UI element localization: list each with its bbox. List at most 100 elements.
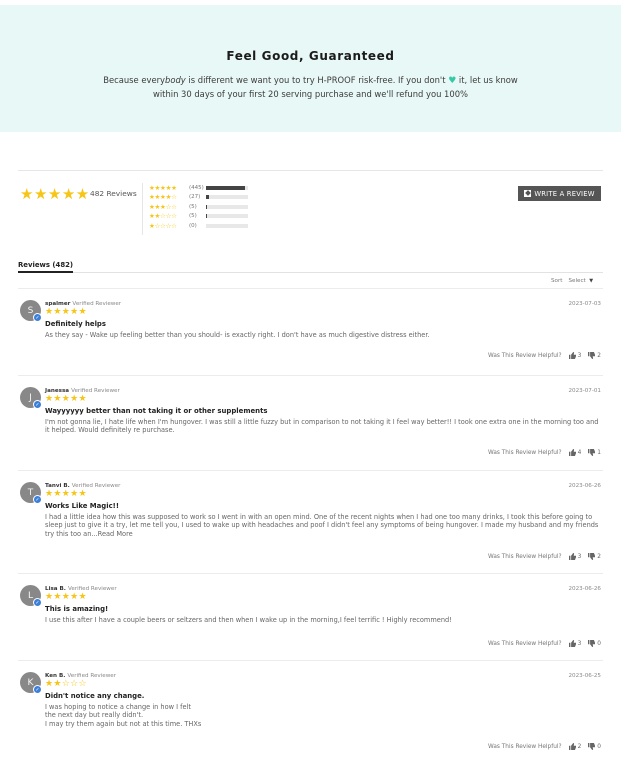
verified-check-icon: ✓ [33,598,42,607]
histogram-count: (445) [189,184,204,191]
chevron-down-icon: ▼ [589,278,594,284]
review-item: J ✓ Janessa Verified Reviewer 2023-07-01 … [18,375,603,467]
review-body: As they say - Wake up feeling better tha… [45,331,430,339]
review-date: 2023-06-25 [568,673,601,679]
review-tabs: Reviews (482) [18,261,603,273]
thumbs-up-count: 3 [577,553,582,560]
thumbs-down-button[interactable]: 2 [588,352,601,359]
review-item: T ✓ Tanvi B. Verified Reviewer 2023-06-26… [18,470,603,570]
histogram-bar [206,223,248,228]
verified-check-icon: ✓ [33,313,42,322]
histogram-row-5[interactable]: ★★★★★ (445) [149,183,248,193]
histogram-row-3[interactable]: ★★★☆☆ (5) [149,202,248,212]
guarantee-banner: Feel Good, Guaranteed Because everybody … [0,5,621,132]
thumbs-down-count: 2 [597,352,601,359]
guarantee-title: Feel Good, Guaranteed [226,49,395,63]
histogram-bar [206,214,248,219]
thumbs-up-button[interactable]: 3 [568,640,582,647]
histogram-row-2[interactable]: ★★☆☆☆ (5) [149,212,248,222]
review-item: S ✓ spalmer Verified Reviewer 2023-07-03 … [18,288,603,372]
sort-select[interactable]: Select ▼ [568,278,593,284]
histogram-stars: ★★★★★ [149,183,177,192]
write-review-button[interactable]: WRITE A REVIEW [518,186,601,201]
thumbs-up-count: 4 [577,449,582,456]
thumbs-up-icon [568,640,576,647]
helpful-vote: Was This Review Helpful? 4 1 [488,449,601,456]
review-body: I'm not gonna lie, I hate life when I'm … [45,418,599,435]
thumbs-down-icon [588,553,596,560]
review-summary: ★★★★★ 482 Reviews ★★★★★ (445) ★★★★☆ (27)… [18,170,603,235]
verified-check-icon: ✓ [33,400,42,409]
thumbs-down-count: 1 [597,449,601,456]
histogram-bar [206,204,248,209]
histogram-count: (5) [189,213,197,220]
thumbs-down-icon [588,743,596,750]
thumbs-up-count: 3 [577,640,582,647]
thumbs-down-icon [588,352,596,359]
helpful-vote: Was This Review Helpful? 3 0 [488,640,601,647]
histogram-row-1[interactable]: ★☆☆☆☆ (0) [149,221,248,231]
tab-reviews[interactable]: Reviews (482) [18,261,74,273]
histogram-fill [206,195,209,200]
review-body: I was hoping to notice a change in how I… [45,703,202,728]
histogram-count: (5) [189,203,197,210]
average-rating-stars: ★★★★★ [20,185,90,203]
thumbs-down-button[interactable]: 0 [588,640,601,647]
review-body: I use this after I have a couple beers o… [45,616,452,624]
histogram-fill [206,185,245,190]
helpful-vote: Was This Review Helpful? 2 0 [488,743,601,750]
thumbs-down-button[interactable]: 2 [588,553,601,560]
review-date: 2023-06-26 [568,586,601,592]
review-date: 2023-07-01 [568,388,601,394]
total-reviews: 482 Reviews [90,189,137,198]
helpful-label: Was This Review Helpful? [487,743,562,750]
thumbs-down-button[interactable]: 1 [588,449,601,456]
sort-label: Sort [551,278,563,284]
histogram-bar [206,185,248,190]
thumbs-down-button[interactable]: 0 [588,743,601,750]
thumbs-up-button[interactable]: 2 [568,743,581,750]
helpful-label: Was This Review Helpful? [487,553,562,560]
review-date: 2023-06-26 [568,483,601,489]
review-body: I had a little idea how this was suppose… [45,513,599,538]
thumbs-down-count: 0 [597,743,601,750]
divider [142,183,143,235]
thumbs-up-icon [568,743,576,750]
histogram-row-4[interactable]: ★★★★☆ (27) [149,193,248,203]
verified-check-icon: ✓ [33,685,42,694]
helpful-label: Was This Review Helpful? [487,640,562,647]
review-title: Definitely helps [45,320,106,328]
review-stars: ★★★★★ [45,489,87,499]
histogram-count: (0) [189,222,197,229]
helpful-label: Was This Review Helpful? [487,449,562,456]
edit-icon [524,190,532,197]
helpful-vote: Was This Review Helpful? 3 2 [488,352,601,359]
thumbs-up-button[interactable]: 3 [568,553,582,560]
guarantee-text: Because everybody is different we want y… [103,75,518,99]
review-title: Didn't notice any change. [45,692,145,700]
histogram-stars: ★☆☆☆☆ [149,221,177,230]
review-title: Works Like Magic!! [45,502,119,510]
histogram-bar [206,195,248,200]
thumbs-down-count: 2 [597,553,601,560]
thumbs-down-count: 0 [597,640,601,647]
review-stars: ★★☆☆☆ [45,679,87,689]
review-stars: ★★★★★ [45,307,87,317]
thumbs-down-icon [588,640,596,647]
helpful-vote: Was This Review Helpful? 3 2 [488,553,601,560]
histogram-stars: ★★★☆☆ [149,202,177,211]
thumbs-up-icon [568,352,576,359]
thumbs-up-button[interactable]: 3 [568,352,582,359]
review-date: 2023-07-03 [568,301,601,307]
sort-control: Sort Select ▼ [551,278,593,284]
sort-selected-value: Select [568,278,586,284]
review-stars: ★★★★★ [45,592,87,602]
thumbs-up-button[interactable]: 4 [568,449,582,456]
review-item: K ✓ Ken B. Verified Reviewer 2023-06-25 ★… [18,660,603,760]
thumbs-up-count: 3 [577,352,582,359]
histogram-stars: ★★☆☆☆ [149,212,177,221]
thumbs-down-icon [588,449,596,456]
rating-histogram: ★★★★★ (445) ★★★★☆ (27) ★★★☆☆ (5) ★★☆☆☆ (… [149,183,248,231]
histogram-count: (27) [189,194,201,201]
histogram-stars: ★★★★☆ [149,193,177,202]
